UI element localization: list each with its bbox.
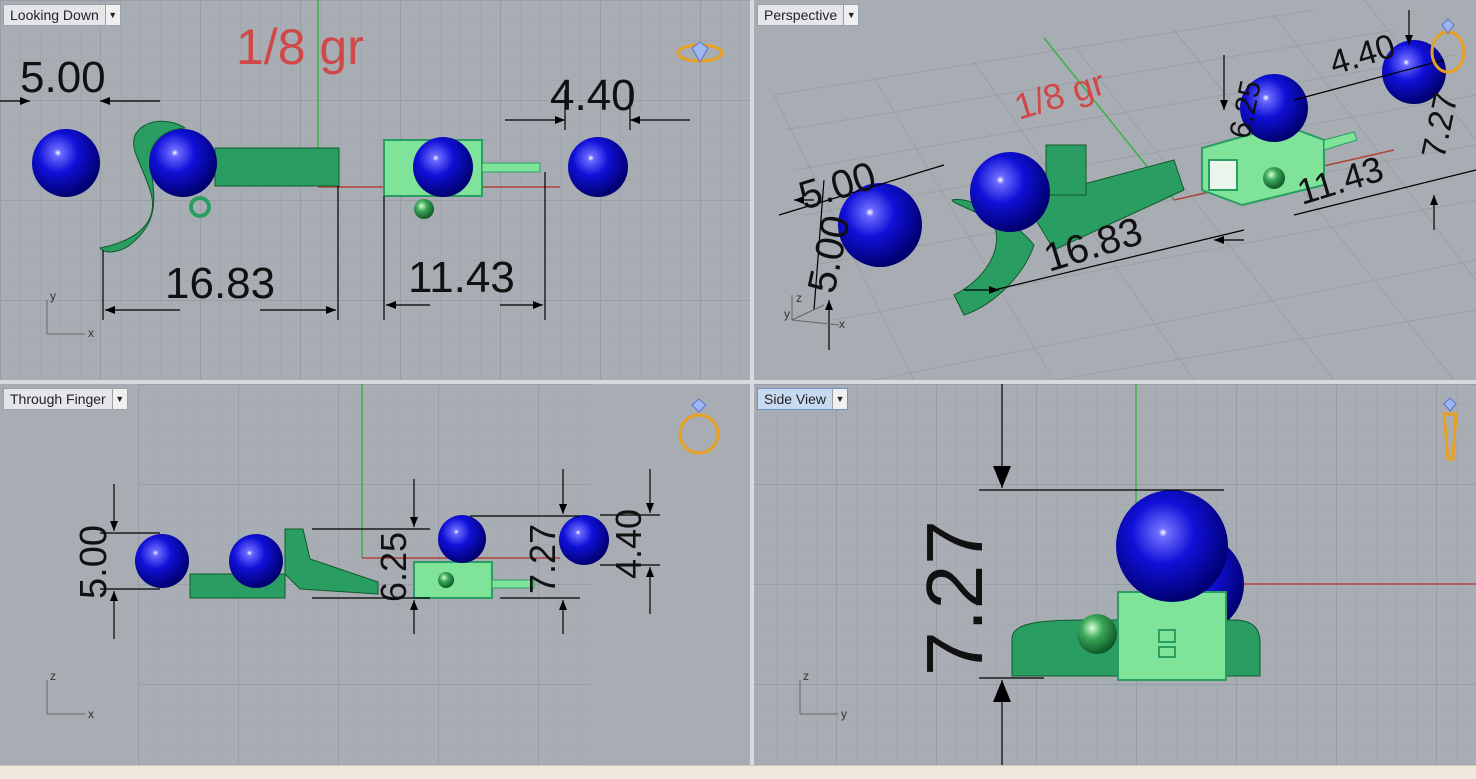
viewport-side-view[interactable]: Side View ▼ 7.27 z y [754, 384, 1476, 765]
viewport-canvas-top[interactable]: 1/8 gr 5.00 4.40 16.83 11.43 y x [0, 0, 750, 380]
viewport-label[interactable]: Side View [758, 389, 832, 409]
sphere-gauge-4[interactable] [559, 515, 609, 565]
weight-label: 1/8 gr [236, 19, 364, 75]
clasp-box-part[interactable] [1117, 591, 1227, 681]
dimension-label: 4.40 [608, 509, 649, 579]
ring-perspective-icon [1430, 18, 1466, 74]
dimension-label: 7.27 [522, 524, 563, 594]
sphere-gauge-front[interactable] [1116, 490, 1228, 602]
sphere-small-green[interactable] [438, 572, 454, 588]
axis-label: y [784, 307, 790, 321]
viewport-through-finger[interactable]: Through Finger ▼ 5.00 6.25 7.27 4.40 z x [0, 384, 750, 765]
viewport-canvas-side[interactable]: 7.27 z y [754, 384, 1476, 765]
sphere-gauge-2[interactable] [149, 129, 217, 197]
sphere-gauge-3[interactable] [438, 515, 486, 563]
sphere-gauge-1[interactable] [135, 534, 189, 588]
viewport-canvas-front[interactable]: 5.00 6.25 7.27 4.40 z x [0, 384, 750, 765]
axis-label: x [88, 326, 94, 340]
axis-label: z [796, 291, 802, 305]
viewport-canvas-perspective[interactable]: 1/8 gr 5.00 5.00 16.83 11.43 4.40 7.27 6… [754, 0, 1476, 380]
dimension-label: 5.00 [73, 525, 115, 599]
sphere-gauge-2[interactable] [970, 152, 1050, 232]
axis-label: y [50, 289, 56, 303]
viewport-tab-through-finger[interactable]: Through Finger ▼ [3, 388, 128, 410]
sphere-small-green[interactable] [414, 199, 434, 219]
sphere-small-green[interactable] [1077, 614, 1117, 654]
viewport-label[interactable]: Through Finger [4, 389, 112, 409]
viewport-tab-perspective[interactable]: Perspective ▼ [757, 4, 860, 26]
dimension-label: 5.00 [20, 53, 106, 102]
viewport-tab-side-view[interactable]: Side View ▼ [757, 388, 849, 410]
axis-widget [46, 680, 85, 715]
sphere-gauge-1[interactable] [32, 129, 100, 197]
axis-label: y [841, 707, 847, 721]
axis-label: x [88, 707, 94, 721]
viewport-menu-dropdown-icon[interactable]: ▼ [111, 389, 127, 409]
sphere-gauge-2[interactable] [229, 534, 283, 588]
dimension-label: 11.43 [408, 253, 515, 302]
grid [754, 384, 1476, 765]
viewport-splitter-horizontal[interactable] [0, 380, 1476, 384]
viewport-perspective[interactable]: Perspective ▼ 1/8 gr 5.00 5.00 16.83 11.… [754, 0, 1476, 380]
viewport-menu-dropdown-icon[interactable]: ▼ [104, 5, 120, 25]
sphere-gauge-3[interactable] [413, 137, 473, 197]
dimension-label: 16.83 [165, 259, 275, 308]
axis-label: z [50, 669, 56, 683]
dimension-label: 7.27 [910, 520, 999, 676]
dimension-label: 5.00 [800, 212, 859, 297]
grid [0, 0, 750, 380]
ring-front-icon [678, 398, 720, 455]
viewport-label[interactable]: Looking Down [4, 5, 105, 25]
viewport-looking-down[interactable]: Looking Down ▼ 1/8 gr 5.00 4.40 16.83 11… [0, 0, 750, 380]
axis-label: z [803, 669, 809, 683]
viewport-menu-dropdown-icon[interactable]: ▼ [832, 389, 848, 409]
viewport-label[interactable]: Perspective [758, 5, 843, 25]
dimension-label: 6.25 [373, 532, 414, 602]
sphere-small-green[interactable] [1263, 167, 1285, 189]
axis-label: x [839, 317, 845, 331]
status-bar [0, 765, 1476, 779]
sphere-gauge-4[interactable] [568, 137, 628, 197]
viewport-menu-dropdown-icon[interactable]: ▼ [843, 5, 859, 25]
viewport-tab-looking-down[interactable]: Looking Down ▼ [3, 4, 121, 26]
dimension-label: 4.40 [550, 71, 636, 120]
